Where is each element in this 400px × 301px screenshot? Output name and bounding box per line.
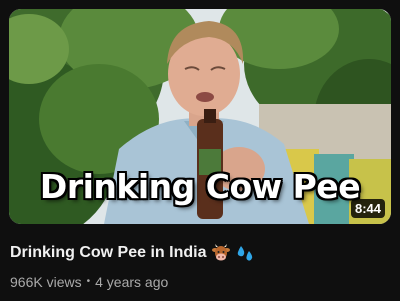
sweat-droplets-emoji xyxy=(236,244,254,262)
cow-face-emoji xyxy=(212,244,231,262)
view-count: 966K views xyxy=(10,274,82,290)
video-card[interactable]: Drinking Cow Pee 8:44 Drinking Cow Pee i… xyxy=(0,0,400,301)
video-thumbnail[interactable]: Drinking Cow Pee 8:44 xyxy=(9,9,391,224)
meta-separator: • xyxy=(86,276,91,287)
video-metadata: 966K views • 4 years ago xyxy=(10,273,168,291)
thumbnail-caption: Drinking Cow Pee xyxy=(39,167,361,206)
upload-age: 4 years ago xyxy=(95,274,169,290)
video-title[interactable]: Drinking Cow Pee in India xyxy=(10,243,206,263)
title-row: Drinking Cow Pee in India xyxy=(10,243,254,263)
duration-badge: 8:44 xyxy=(350,199,385,218)
